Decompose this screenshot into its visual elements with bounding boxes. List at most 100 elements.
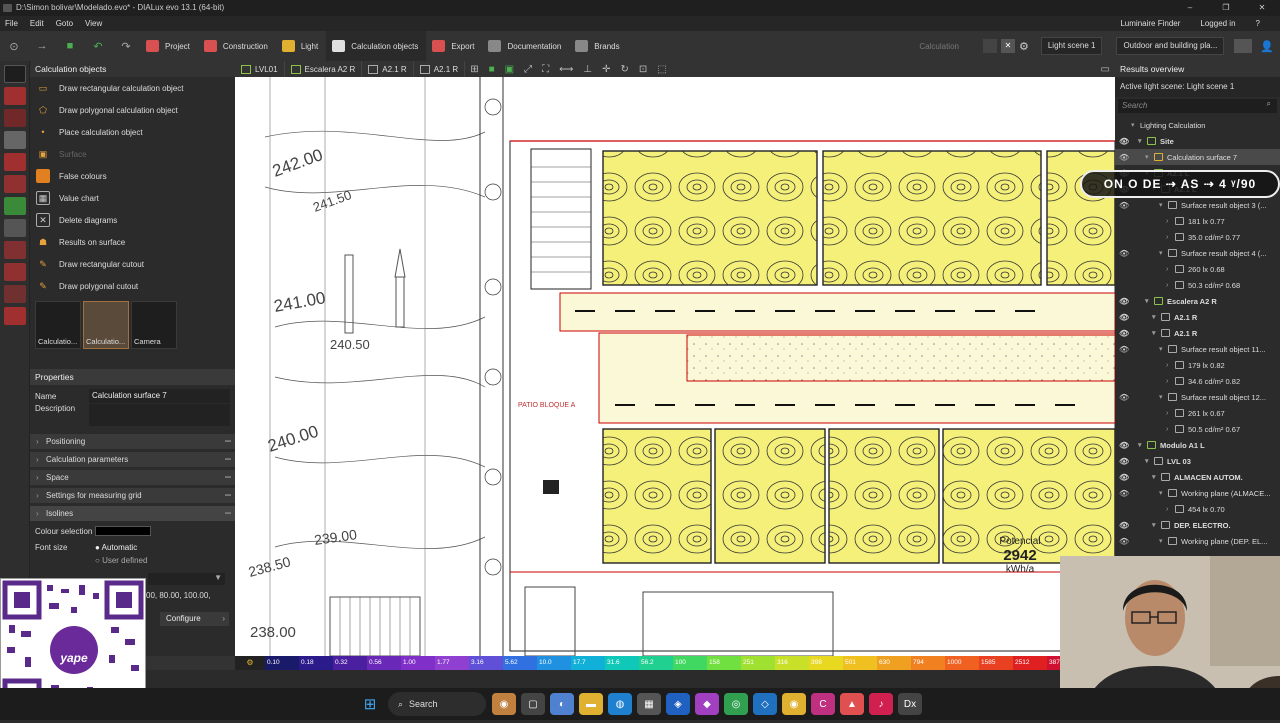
chevron-down-icon[interactable]: ›: [1166, 378, 1175, 385]
eye-icon[interactable]: 👁: [1119, 249, 1131, 258]
chevron-down-icon[interactable]: ▾: [1159, 201, 1168, 209]
eye-icon[interactable]: 👁: [1119, 537, 1131, 546]
colour-swatch[interactable]: [95, 526, 151, 536]
taskbar-app-icon[interactable]: ▲: [840, 693, 864, 715]
section-bar[interactable]: Space: [30, 470, 235, 485]
windows-start-icon[interactable]: ⊞: [358, 693, 382, 715]
chevron-down-icon[interactable]: ▾: [1145, 153, 1154, 161]
name-field[interactable]: Calculation surface 7: [89, 389, 230, 403]
eye-tool-icon[interactable]: [4, 219, 26, 237]
tree-row[interactable]: › 261 lx 0.67: [1115, 405, 1280, 421]
forward-icon[interactable]: →: [34, 39, 50, 53]
taskbar-app-icon[interactable]: ◇: [753, 693, 777, 715]
chevron-down-icon[interactable]: ▾: [1159, 537, 1168, 545]
tree-row[interactable]: › 35.0 cd/m² 0.77: [1115, 229, 1280, 245]
menu-goto[interactable]: Goto: [56, 19, 73, 28]
tool-item[interactable]: ⬠ Draw polygonal calculation object: [30, 99, 235, 121]
luminaire-finder-button[interactable]: Luminaire Finder: [1120, 19, 1180, 28]
properties-header[interactable]: Properties: [30, 369, 235, 385]
chevron-down-icon[interactable]: ▾: [1152, 521, 1161, 529]
eye-icon[interactable]: 👁: [1119, 329, 1131, 338]
taskbar-app-icon[interactable]: ◐: [550, 693, 574, 715]
red-frame-icon[interactable]: [4, 175, 26, 193]
chevron-down-icon[interactable]: ▾: [1159, 489, 1168, 497]
tool-item[interactable]: ☗ Results on surface: [30, 231, 235, 253]
tool-item[interactable]: ▭ Draw rectangular calculation object: [30, 77, 235, 99]
tool-item[interactable]: ▦ Value chart: [30, 187, 235, 209]
tree-row[interactable]: ▾ Lighting Calculation: [1115, 117, 1280, 133]
tree-row[interactable]: 👁 ▾ DEP. ELECTRO.: [1115, 517, 1280, 533]
tool-item[interactable]: ▣ Surface: [30, 143, 235, 165]
red-person-icon[interactable]: [4, 307, 26, 325]
scale-icon[interactable]: ⊡: [639, 64, 647, 75]
close-button[interactable]: ✕: [1244, 0, 1280, 16]
light-scene-select[interactable]: Light scene 1: [1040, 37, 1103, 55]
tree-row[interactable]: 👁 ▾ Escalera A2 R: [1115, 293, 1280, 309]
eye-icon[interactable]: 👁: [1119, 441, 1131, 450]
tab-a21r-2[interactable]: A2.1 R: [414, 61, 466, 77]
eye-icon[interactable]: 👁: [1119, 201, 1131, 210]
mode-tab-light[interactable]: Light: [276, 31, 326, 61]
tree-row[interactable]: 👁 ▾ Site: [1115, 133, 1280, 149]
tab-escalera[interactable]: Escalera A2 R: [285, 61, 363, 77]
chevron-down-icon[interactable]: ▾: [1152, 473, 1161, 481]
tab-lvl01[interactable]: LVL01: [235, 61, 285, 77]
taskbar-app-icon[interactable]: ◆: [695, 693, 719, 715]
chevron-down-icon[interactable]: ›: [1166, 362, 1175, 369]
taskbar-app-icon[interactable]: ◈: [666, 693, 690, 715]
rotate-icon[interactable]: ↻: [621, 64, 629, 75]
user-icon[interactable]: 👤: [1260, 40, 1274, 53]
thumb-calc-1[interactable]: Calculatio...: [35, 301, 81, 349]
taskbar-app-icon[interactable]: Dx: [898, 693, 922, 715]
tree-row[interactable]: 👁 ▾ Surface result object 11...: [1115, 341, 1280, 357]
chevron-down-icon[interactable]: ▾: [1138, 441, 1147, 449]
chevron-down-icon[interactable]: ▾: [1152, 329, 1161, 337]
tree-row[interactable]: 👁 ▾ A2.1 R: [1115, 325, 1280, 341]
chevron-down-icon[interactable]: ›: [1166, 234, 1175, 241]
tree-row[interactable]: 👁 ▾ Surface result object 3 (...: [1115, 197, 1280, 213]
calc-objects-strip-icon[interactable]: [4, 65, 26, 83]
eye-icon[interactable]: 👁: [1119, 521, 1131, 530]
red-rect-icon[interactable]: [4, 285, 26, 303]
tree-row[interactable]: 👁 ▾ Working plane (ALMACE...: [1115, 485, 1280, 501]
isoline-dropdown[interactable]: ▼: [148, 573, 225, 585]
taskbar-app-icon[interactable]: ◉: [782, 693, 806, 715]
scale-settings-icon[interactable]: ⚙: [235, 656, 265, 670]
tree-row[interactable]: 👁 ▾ LVL 03: [1115, 453, 1280, 469]
chevron-down-icon[interactable]: ▾: [1159, 345, 1168, 353]
results-search[interactable]: Search ⌕: [1118, 99, 1277, 113]
back-icon[interactable]: ⊙: [6, 39, 22, 53]
mode-tab-project[interactable]: Project: [140, 31, 198, 61]
red-doc-icon[interactable]: [4, 153, 26, 171]
section-bar[interactable]: Isolines: [30, 506, 235, 521]
mode-tab-construction[interactable]: Construction: [198, 31, 276, 61]
red-tool-icon[interactable]: [4, 109, 26, 127]
tree-row[interactable]: › 34.6 cd/m² 0.82: [1115, 373, 1280, 389]
red-measure-icon[interactable]: [4, 241, 26, 259]
taskbar-app-icon[interactable]: ▢: [521, 693, 545, 715]
chevron-down-icon[interactable]: ›: [1166, 506, 1175, 513]
configure-button[interactable]: Configure ›: [160, 612, 229, 626]
tree-row[interactable]: › 181 lx 0.77: [1115, 213, 1280, 229]
minimize-button[interactable]: –: [1172, 0, 1208, 16]
tree-row[interactable]: 👁 ▾ Surface result object 12...: [1115, 389, 1280, 405]
taskbar-app-icon[interactable]: ◎: [724, 693, 748, 715]
chevron-down-icon[interactable]: ›: [1166, 282, 1175, 289]
maximize-button[interactable]: ❐: [1208, 0, 1244, 16]
eye-icon[interactable]: 👁: [1119, 345, 1131, 354]
tree-row[interactable]: › 454 lx 0.70: [1115, 501, 1280, 517]
radio-user-defined[interactable]: ○ User defined: [95, 556, 147, 565]
tree-row[interactable]: 👁 ▾ Working plane (DEP. EL...: [1115, 533, 1280, 549]
chevron-down-icon[interactable]: ▾: [1131, 121, 1140, 129]
taskbar-app-icon[interactable]: ♪: [869, 693, 893, 715]
chevron-down-icon[interactable]: ›: [1166, 218, 1175, 225]
eye-icon[interactable]: 👁: [1119, 473, 1131, 482]
green-box-icon[interactable]: ■: [489, 64, 495, 75]
green-tool-icon[interactable]: [4, 197, 26, 215]
chevron-down-icon[interactable]: ›: [1166, 266, 1175, 273]
tab-a21r-1[interactable]: A2.1 R: [362, 61, 414, 77]
measure-icon[interactable]: ⟷: [559, 64, 573, 75]
chevron-down-icon[interactable]: ›: [1166, 426, 1175, 433]
tree-row[interactable]: 👁 ▾ ALMACEN AUTOM.: [1115, 469, 1280, 485]
thumb-camera[interactable]: Camera: [131, 301, 177, 349]
